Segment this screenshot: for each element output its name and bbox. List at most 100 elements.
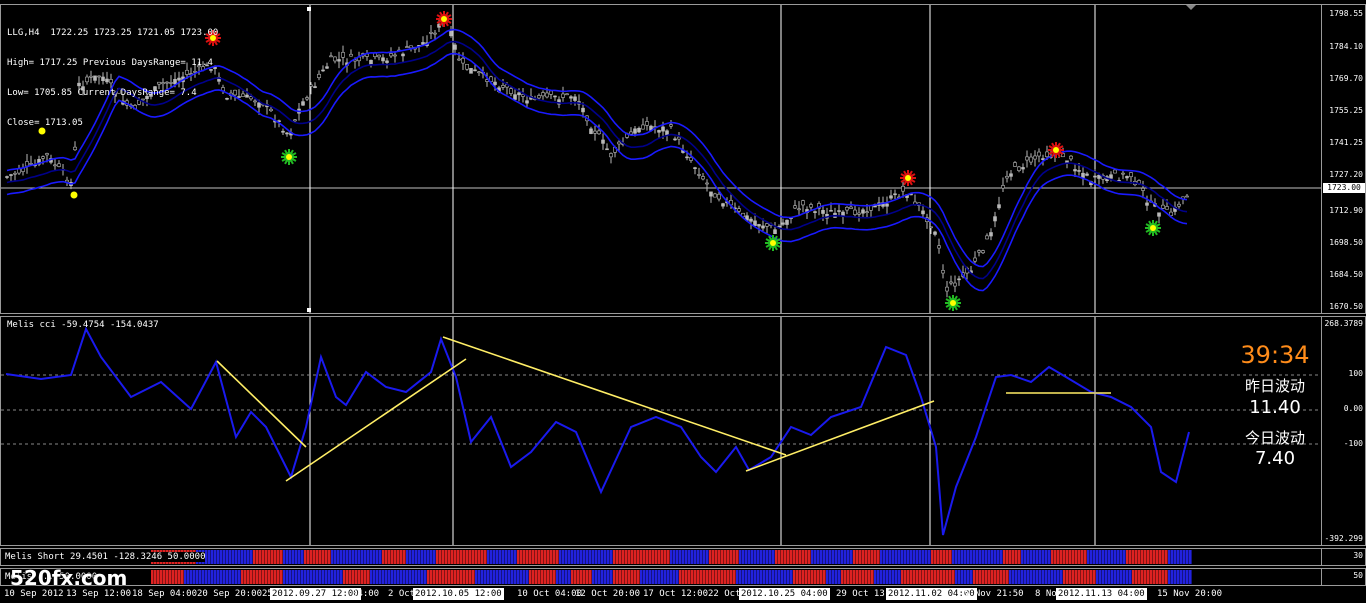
- histogram-bar: [1042, 570, 1045, 584]
- histogram-bar: [1027, 570, 1030, 584]
- histogram-bar: [1129, 570, 1132, 584]
- time-axis-label: 2 Oct: [388, 589, 416, 599]
- candle-body: [637, 127, 641, 133]
- histogram-bar: [829, 570, 832, 584]
- histogram-bar: [1000, 570, 1003, 584]
- candle-body: [701, 176, 705, 180]
- histogram-bar: [1165, 570, 1168, 584]
- histogram-bar: [982, 550, 985, 564]
- green-star-icon: [945, 295, 961, 311]
- histogram-bar: [850, 550, 853, 564]
- histogram-bar: [643, 570, 646, 584]
- candle-body: [301, 101, 305, 106]
- histogram-bar: [904, 570, 907, 584]
- melis-short-histogram-panel[interactable]: Melis Short 29.4501 -128.3246 50.0000 30: [0, 548, 1366, 566]
- histogram-bar: [376, 550, 379, 564]
- price-axis[interactable]: 1798.55 1784.10 1769.70 1755.25 1741.25 …: [1321, 5, 1365, 313]
- histogram-bar: [859, 570, 862, 584]
- histogram-scale: 50: [1353, 571, 1363, 580]
- histogram-bar: [265, 570, 268, 584]
- yellow-dot-icon: [70, 191, 78, 199]
- candle-body: [1033, 155, 1037, 160]
- histogram-bar: [502, 550, 505, 564]
- histogram-bar: [1174, 550, 1177, 564]
- histogram-bar: [733, 570, 736, 584]
- histogram-bar: [889, 550, 892, 564]
- histogram-bar: [622, 570, 625, 584]
- cci-indicator-panel[interactable]: Melis cci -59.4754 -154.0437 268.3789 10…: [0, 316, 1366, 546]
- price-label: 1684.50: [1329, 270, 1363, 279]
- histogram-bar: [412, 570, 415, 584]
- histogram-bar: [610, 550, 613, 564]
- histogram-bar: [547, 550, 550, 564]
- candle-body: [1005, 176, 1009, 179]
- histogram-bar: [388, 550, 391, 564]
- histogram-bar: [631, 570, 634, 584]
- price-label: 1698.50: [1329, 238, 1363, 247]
- histogram-bar: [943, 550, 946, 564]
- histogram-bar: [673, 570, 676, 584]
- candle-body: [797, 208, 801, 211]
- histogram-bar: [1015, 550, 1018, 564]
- candle-body: [493, 81, 497, 85]
- histogram-bar: [256, 550, 259, 564]
- price-chart-panel[interactable]: LLG,H4 1722.25 1723.25 1721.05 1723.00 H…: [0, 4, 1366, 314]
- time-axis-label: 10 Oct 04:00: [517, 589, 583, 599]
- histogram-bar: [805, 570, 808, 584]
- candle-body: [433, 32, 437, 35]
- histogram-bar: [907, 550, 910, 564]
- histogram-bar: [454, 550, 457, 564]
- histogram-bar: [484, 570, 487, 584]
- histogram-bar: [943, 570, 946, 584]
- candle-body: [949, 281, 953, 284]
- histogram-bar: [331, 570, 334, 584]
- histogram-bar: [571, 550, 574, 564]
- histogram-bar: [730, 570, 733, 584]
- histogram-bar: [985, 550, 988, 564]
- histogram-bar: [910, 570, 913, 584]
- time-axis[interactable]: 10 Sep 2012 13 Sep 12:00 18 Sep 04:00 20 Se…: [0, 588, 1366, 603]
- candle-body: [709, 191, 713, 197]
- cci-canvas[interactable]: [1, 317, 1365, 545]
- histogram-bar: [955, 550, 958, 564]
- candle-body: [461, 57, 465, 64]
- histogram-bar: [1006, 550, 1009, 564]
- candle-body: [1045, 151, 1049, 158]
- candle-body: [985, 235, 989, 240]
- histogram-bar: [415, 570, 418, 584]
- histogram-bar: [739, 550, 742, 564]
- cci-scale-label: 100: [1348, 369, 1363, 378]
- histogram-bar: [583, 550, 586, 564]
- candle-body: [1129, 172, 1133, 178]
- histogram-bar: [562, 570, 565, 584]
- histogram-bar: [781, 570, 784, 584]
- histogram-bar: [934, 570, 937, 584]
- candle-body: [409, 45, 413, 49]
- histogram-bar: [865, 570, 868, 584]
- histogram-bar: [1048, 570, 1051, 584]
- histogram-bar: [205, 570, 208, 584]
- histogram-bar: [1045, 550, 1048, 564]
- histogram-bar: [1135, 550, 1138, 564]
- histogram-bar: [412, 550, 415, 564]
- histogram-bar: [346, 550, 349, 564]
- melis-long-histogram-panel[interactable]: Melis ... 50.0000 50: [0, 568, 1366, 586]
- cci-axis[interactable]: 268.3789 100 0.00 -100 -392.299: [1321, 317, 1365, 545]
- candle-body: [541, 92, 545, 97]
- histogram-bar: [307, 550, 310, 564]
- histogram-bar: [991, 570, 994, 584]
- histogram-bar: [934, 550, 937, 564]
- histogram-bar: [751, 550, 754, 564]
- candle-body: [377, 54, 381, 58]
- histogram-bar: [382, 550, 385, 564]
- histogram-bar: [559, 550, 562, 564]
- histogram-bar: [805, 550, 808, 564]
- histogram-bar: [250, 570, 253, 584]
- histogram-bar: [883, 550, 886, 564]
- histogram-bar: [385, 570, 388, 584]
- candle-body: [981, 250, 985, 254]
- histogram-bar: [274, 550, 277, 564]
- histogram-bar: [637, 570, 640, 584]
- price-label: 1784.10: [1329, 42, 1363, 51]
- histogram-bar: [649, 570, 652, 584]
